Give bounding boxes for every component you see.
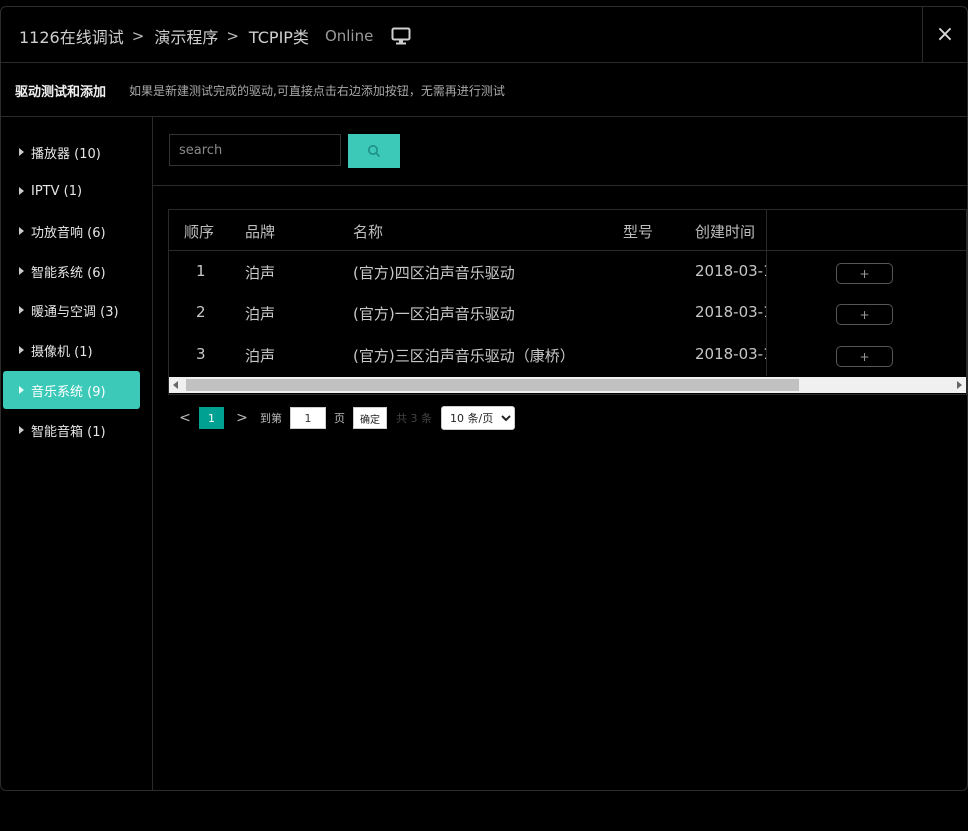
cell-created: 2018-03-1 <box>695 303 773 321</box>
driver-list-panel: 顺序 品牌 名称 型号 创建时间 1 泊声 (官方)四区泊声音乐驱动 2018-… <box>153 117 967 790</box>
action-column-header <box>767 210 966 251</box>
sidebar-item-smart-speaker[interactable]: 智能音箱 (1) <box>3 411 140 449</box>
section-title: 驱动测试和添加 <box>15 85 107 100</box>
cell-brand: 泊声 <box>245 305 276 323</box>
breadcrumb-chevron-icon: > <box>226 27 239 45</box>
sidebar-item-label: 摄像机 (1) <box>31 344 93 360</box>
caret-right-icon <box>19 386 24 394</box>
caret-right-icon <box>19 148 24 156</box>
cell-order: 2 <box>196 303 206 321</box>
sidebar-item-smart-system[interactable]: 智能系统 (6) <box>3 252 140 290</box>
plus-icon: + <box>859 266 870 281</box>
plus-icon: + <box>859 307 870 322</box>
action-column: + + + <box>766 210 966 376</box>
cell-brand: 泊声 <box>245 264 276 282</box>
breadcrumb-item-program[interactable]: 演示程序 <box>154 24 218 48</box>
horizontal-scrollbar[interactable] <box>169 377 966 393</box>
goto-label: 到第 <box>260 412 282 425</box>
cell-order: 1 <box>196 262 206 280</box>
caret-right-icon <box>19 306 24 314</box>
sidebar-item-label: 智能音箱 (1) <box>31 424 106 440</box>
cell-name: (官方)四区泊声音乐驱动 <box>353 264 515 282</box>
page-size-select[interactable]: 10 条/页 <box>441 406 515 430</box>
caret-right-icon <box>19 346 24 354</box>
column-header-name: 名称 <box>353 223 384 241</box>
search-icon <box>368 145 381 158</box>
scroll-left-icon[interactable] <box>173 381 178 389</box>
column-header-brand: 品牌 <box>245 223 276 241</box>
pagination: < 1 > 到第 页 确定 共 3 条 10 条/页 <box>175 405 515 431</box>
sidebar-item-hvac[interactable]: 暖通与空调 (3) <box>3 291 140 329</box>
page-number-current[interactable]: 1 <box>199 407 224 429</box>
breadcrumb: 1126在线调试 > 演示程序 > TCPIP类 Online <box>19 24 411 48</box>
sidebar-item-label: 智能系统 (6) <box>31 265 106 281</box>
column-header-created: 创建时间 <box>695 223 756 241</box>
breadcrumb-item-device[interactable]: 1126在线调试 <box>19 24 124 48</box>
driver-dialog: 1126在线调试 > 演示程序 > TCPIP类 Online × 驱动测试和添… <box>0 6 968 791</box>
search-bar <box>153 117 967 186</box>
sidebar-item-iptv[interactable]: IPTV (1) <box>3 172 140 210</box>
sidebar-item-label: 暖通与空调 (3) <box>31 304 119 320</box>
cell-created: 2018-03-1 <box>695 345 773 363</box>
sidebar-item-label: 音乐系统 (9) <box>31 384 106 400</box>
sidebar-item-camera[interactable]: 摄像机 (1) <box>3 331 140 369</box>
add-driver-button[interactable]: + <box>836 346 893 367</box>
monitor-icon[interactable] <box>391 27 411 45</box>
column-header-order: 顺序 <box>184 223 215 241</box>
cell-name: (官方)三区泊声音乐驱动（康桥） <box>353 347 575 365</box>
dialog-header: 1126在线调试 > 演示程序 > TCPIP类 Online × <box>1 7 967 63</box>
prev-page-button[interactable]: < <box>175 410 195 426</box>
cell-name: (官方)一区泊声音乐驱动 <box>353 305 515 323</box>
add-driver-button[interactable]: + <box>836 304 893 325</box>
online-status: Online <box>324 27 374 45</box>
breadcrumb-item-category[interactable]: TCPIP类 <box>249 24 309 48</box>
goto-confirm-button[interactable]: 确定 <box>353 407 387 429</box>
search-input[interactable] <box>169 134 341 166</box>
close-button[interactable]: × <box>922 7 967 62</box>
section-tip: 如果是新建测试完成的驱动,可直接点击右边添加按钮，无需再进行测试 <box>129 84 505 98</box>
scrollbar-thumb[interactable] <box>186 379 799 391</box>
scroll-right-icon[interactable] <box>957 381 962 389</box>
sidebar-item-label: 功放音响 (6) <box>31 225 106 241</box>
plus-icon: + <box>859 349 870 364</box>
sidebar-item-amplifier[interactable]: 功放音响 (6) <box>3 212 140 250</box>
cell-brand: 泊声 <box>245 347 276 365</box>
close-icon: × <box>935 22 955 47</box>
caret-right-icon <box>19 227 24 235</box>
sidebar-item-music-system[interactable]: 音乐系统 (9) <box>3 371 140 409</box>
sidebar-item-label: 播放器 (10) <box>31 146 101 162</box>
add-driver-button[interactable]: + <box>836 263 893 284</box>
sidebar-item-label: IPTV (1) <box>31 183 83 199</box>
cell-created: 2018-03-1 <box>695 262 773 280</box>
total-count: 共 3 条 <box>396 412 432 425</box>
column-header-model: 型号 <box>623 223 654 241</box>
goto-page-input[interactable] <box>290 407 326 429</box>
category-sidebar: 播放器 (10) IPTV (1) 功放音响 (6) 智能系统 (6) 暖通与空… <box>1 117 153 790</box>
breadcrumb-chevron-icon: > <box>131 27 145 45</box>
caret-right-icon <box>19 426 24 434</box>
cell-order: 3 <box>196 345 206 363</box>
driver-table: 顺序 品牌 名称 型号 创建时间 1 泊声 (官方)四区泊声音乐驱动 2018-… <box>168 209 967 395</box>
search-button[interactable] <box>348 134 400 168</box>
caret-right-icon <box>19 187 24 195</box>
next-page-button[interactable]: > <box>232 410 252 426</box>
sidebar-item-player[interactable]: 播放器 (10) <box>3 133 140 171</box>
section-header: 驱动测试和添加 如果是新建测试完成的驱动,可直接点击右边添加按钮，无需再进行测试 <box>1 63 967 117</box>
page-unit-label: 页 <box>334 412 345 425</box>
caret-right-icon <box>19 267 24 275</box>
